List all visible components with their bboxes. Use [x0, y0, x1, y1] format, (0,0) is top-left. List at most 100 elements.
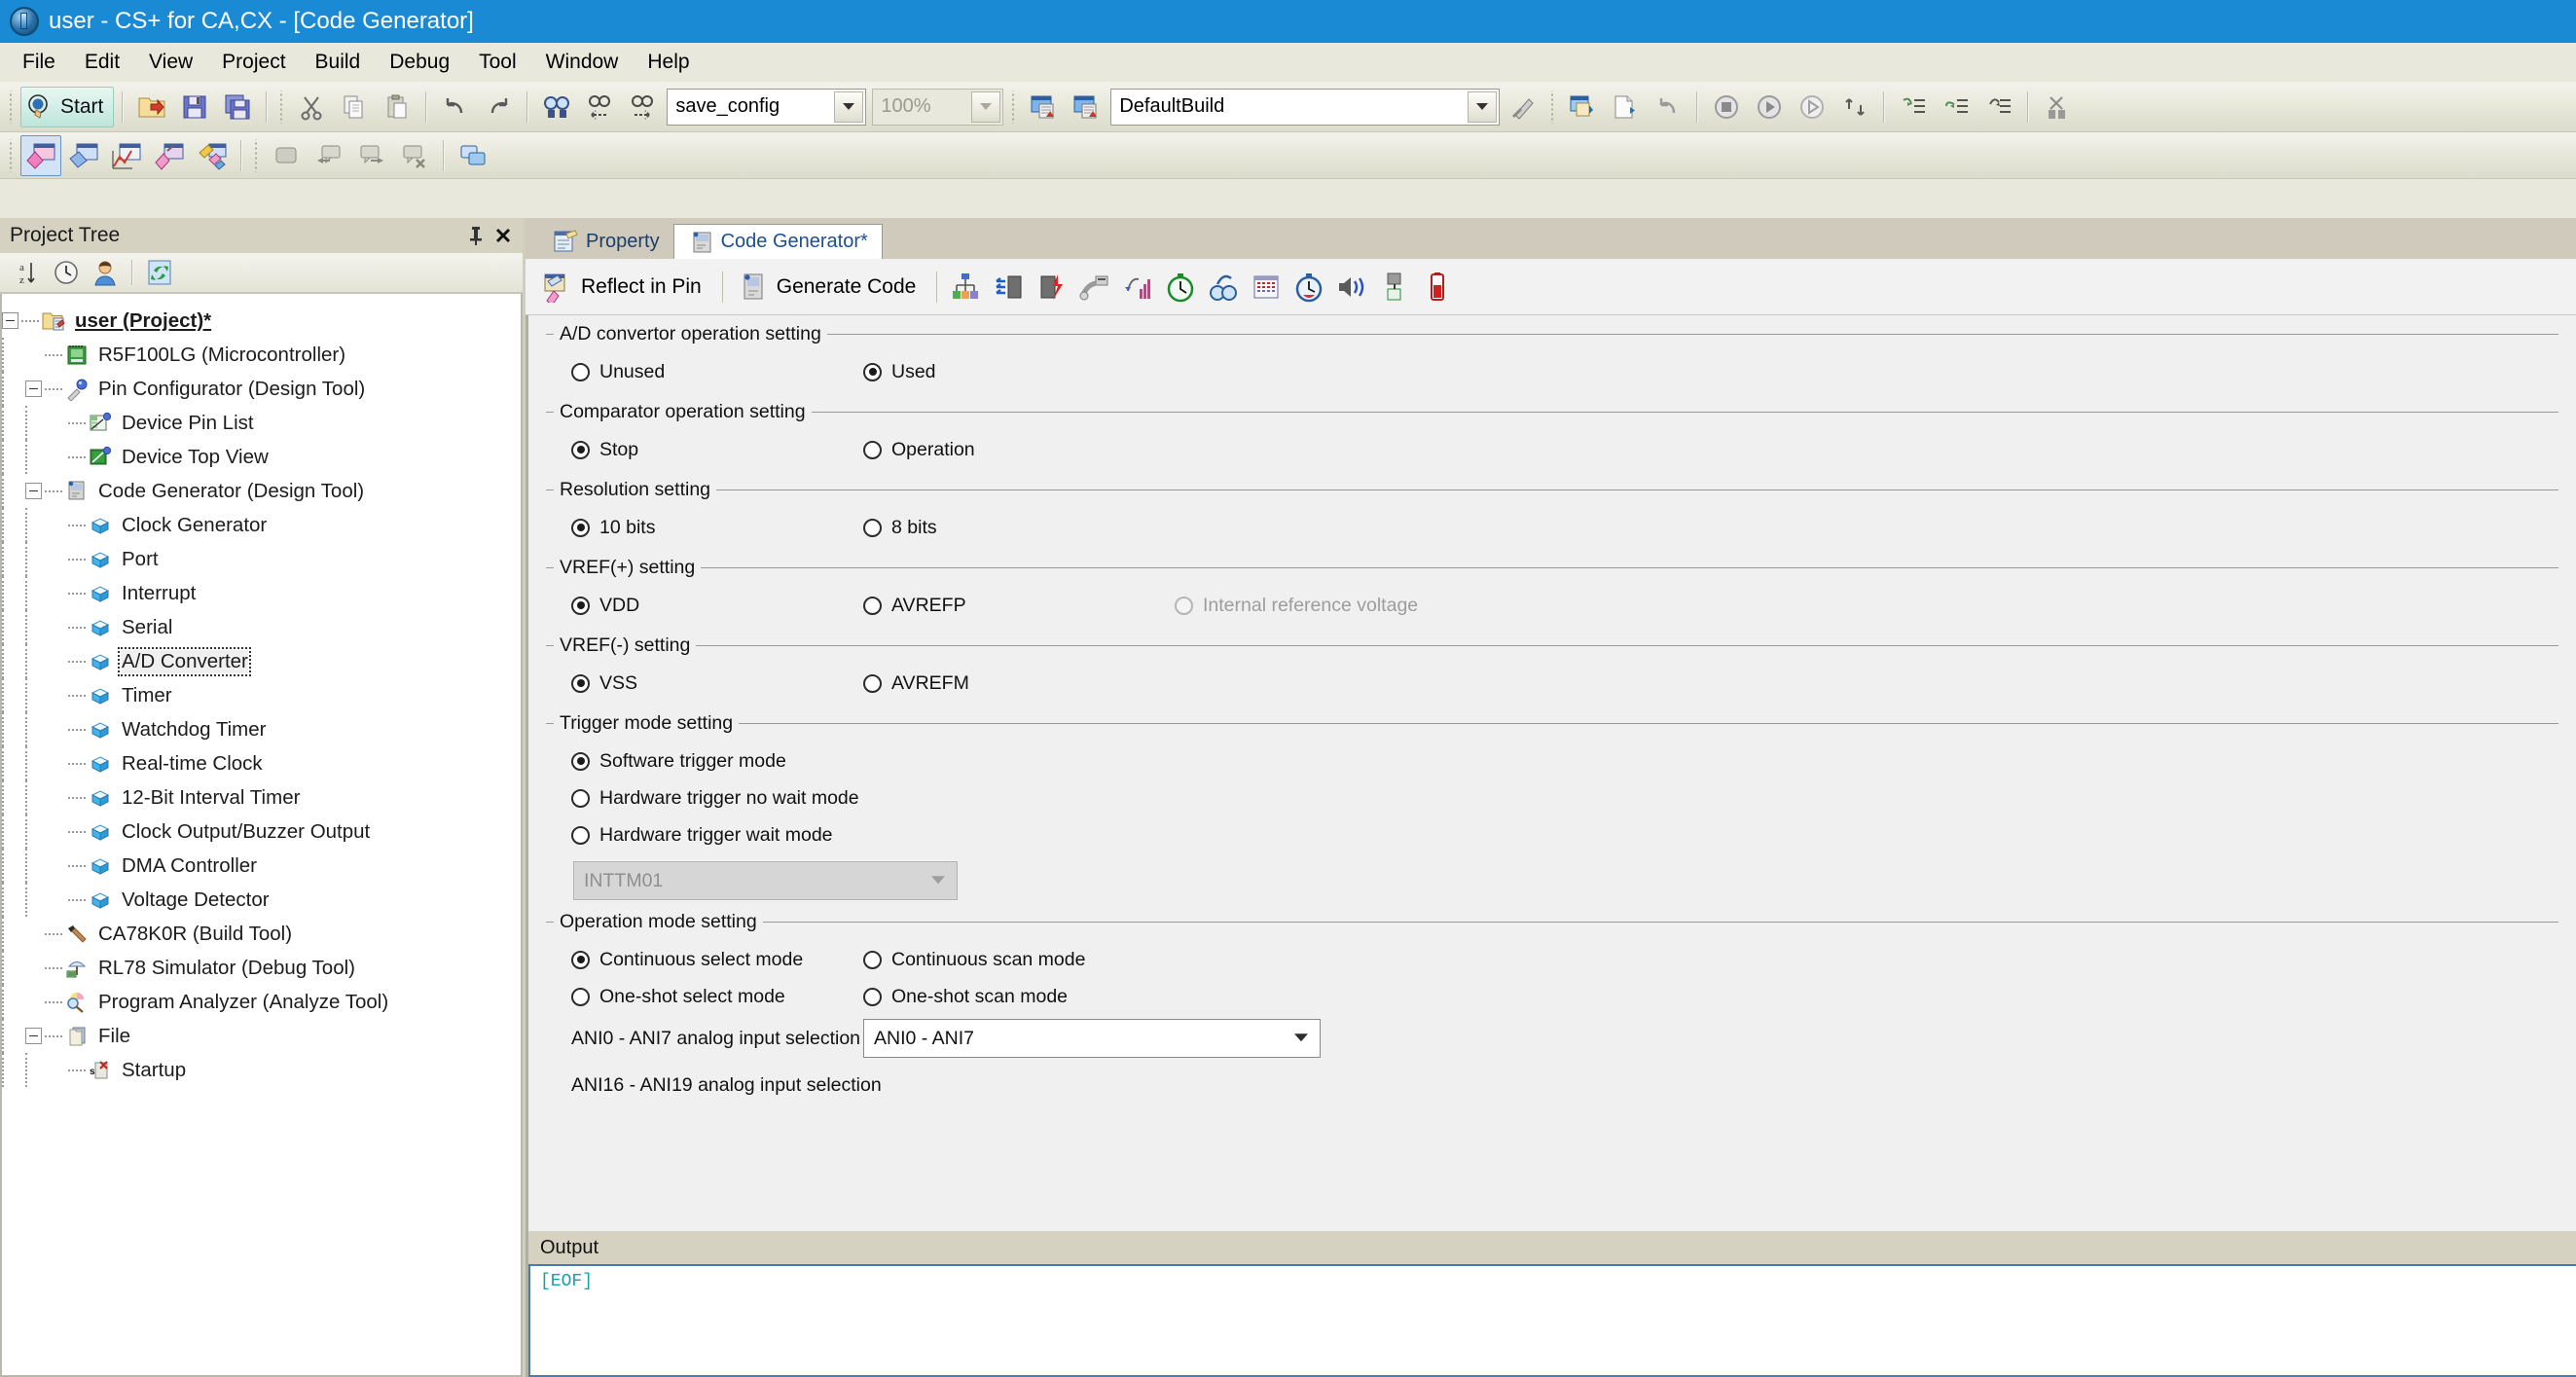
dma-controller-button[interactable] — [1374, 265, 1415, 309]
menu-file[interactable]: File — [8, 48, 70, 77]
tree-node-rl78-simulator-debug-tool[interactable]: RL78 Simulator (Debug Tool) — [2, 951, 521, 985]
forward-button[interactable] — [351, 135, 392, 176]
paste-button[interactable] — [377, 87, 417, 127]
menu-help[interactable]: Help — [633, 48, 704, 77]
tree-node-real-time-clock[interactable]: Real-time Clock — [2, 746, 521, 780]
download-file-button[interactable] — [1605, 87, 1646, 127]
clock-generator-button[interactable] — [989, 265, 1030, 309]
chevron-down-icon[interactable] — [1468, 91, 1497, 123]
device-pin-list-button[interactable] — [106, 135, 147, 176]
menu-project[interactable]: Project — [207, 48, 300, 77]
pin-icon[interactable] — [462, 222, 490, 249]
radio-avrefm[interactable]: AVREFM — [863, 672, 1175, 695]
toolbar-grip[interactable] — [253, 139, 261, 172]
menu-window[interactable]: Window — [531, 48, 634, 77]
step-over-button[interactable] — [1936, 87, 1977, 127]
build-project-button[interactable] — [1023, 87, 1064, 127]
radio-one-shot-scan-mode[interactable]: One-shot scan mode — [863, 986, 1175, 1008]
menu-debug[interactable]: Debug — [375, 48, 464, 77]
ad-converter-button[interactable] — [1117, 265, 1158, 309]
undo-button[interactable] — [435, 87, 476, 127]
cascade-windows-button[interactable] — [453, 135, 493, 176]
clean-project-button[interactable] — [1504, 87, 1544, 127]
generate-code-button[interactable]: Generate Code — [732, 265, 929, 309]
peripheral-button[interactable] — [192, 135, 233, 176]
save-all-button[interactable] — [217, 87, 258, 127]
tree-expander-collapse[interactable] — [25, 380, 42, 397]
radio-operation[interactable]: Operation — [863, 439, 1175, 461]
pin-configurator-button[interactable] — [946, 265, 987, 309]
delete-window-button[interactable] — [394, 135, 435, 176]
radio-used[interactable]: Used — [863, 361, 1175, 383]
tree-node-clock-output-buzzer-output[interactable]: Clock Output/Buzzer Output — [2, 815, 521, 849]
chevron-down-icon[interactable] — [1294, 1033, 1308, 1041]
radio-vdd[interactable]: VDD — [571, 595, 863, 617]
back-button[interactable] — [308, 135, 349, 176]
save-button[interactable] — [174, 87, 215, 127]
copy-button[interactable] — [334, 87, 375, 127]
radio-stop[interactable]: Stop — [571, 439, 863, 461]
tree-node-startup[interactable]: sStartup — [2, 1053, 521, 1087]
download-button[interactable] — [1562, 87, 1603, 127]
radio-continuous-select-mode[interactable]: Continuous select mode — [571, 949, 863, 971]
sort-az-button[interactable]: a z — [9, 255, 46, 290]
step-in-button[interactable] — [1893, 87, 1934, 127]
serial-button[interactable] — [1074, 265, 1115, 309]
find-next-button[interactable] — [622, 87, 663, 127]
menu-edit[interactable]: Edit — [70, 48, 134, 77]
find-previous-button[interactable] — [579, 87, 620, 127]
tree-node-r5f100lg-microcontroller[interactable]: R5F100LG (Microcontroller) — [2, 338, 521, 372]
interrupt-button[interactable] — [1032, 265, 1072, 309]
radio-10-bits[interactable]: 10 bits — [571, 517, 863, 539]
redo-button[interactable] — [478, 87, 519, 127]
tree-node-timer[interactable]: Timer — [2, 678, 521, 712]
restart-button[interactable] — [1648, 87, 1688, 127]
chevron-down-icon[interactable] — [834, 91, 863, 123]
build-config-combo[interactable]: DefaultBuild — [1110, 89, 1500, 126]
ani0-select[interactable]: ANI0 - ANI7 — [863, 1019, 1321, 1058]
tree-node-12-bit-interval-timer[interactable]: 12-Bit Interval Timer — [2, 780, 521, 815]
device-top-view-button[interactable] — [63, 135, 104, 176]
buzzer-output-button[interactable] — [1331, 265, 1372, 309]
tree-node-code-generator-design-tool[interactable]: Code Generator (Design Tool) — [2, 474, 521, 508]
radio-continuous-scan-mode[interactable]: Continuous scan mode — [863, 949, 1175, 971]
tab-property[interactable]: Property — [539, 224, 673, 259]
tree-node-interrupt[interactable]: Interrupt — [2, 576, 521, 610]
voltage-detector-button[interactable] — [1417, 265, 1458, 309]
output-window-button[interactable] — [266, 135, 307, 176]
ignore-break-go-button[interactable] — [1792, 87, 1832, 127]
menu-tool[interactable]: Tool — [464, 48, 531, 77]
tree-node-clock-generator[interactable]: Clock Generator — [2, 508, 521, 542]
tree-node-serial[interactable]: Serial — [2, 610, 521, 644]
toolbar-grip[interactable] — [278, 91, 286, 124]
start-debug-button[interactable]: Start — [20, 87, 114, 127]
refresh-button[interactable] — [141, 255, 178, 290]
radio-avrefp[interactable]: AVREFP — [863, 595, 1175, 617]
tree-expander-collapse[interactable] — [25, 1028, 42, 1044]
toolbar-grip[interactable] — [8, 139, 16, 172]
chevron-down-icon[interactable] — [971, 91, 1000, 123]
stop-button[interactable] — [1706, 87, 1747, 127]
toolbar-grip[interactable] — [1010, 91, 1018, 124]
tree-node-dma-controller[interactable]: DMA Controller — [2, 849, 521, 883]
radio-hardware-trigger-no-wait-mode[interactable]: Hardware trigger no wait mode — [571, 787, 859, 810]
return-out-button[interactable] — [1978, 87, 2019, 127]
tree-node-port[interactable]: Port — [2, 542, 521, 576]
watchdog-timer-button[interactable] — [1203, 265, 1244, 309]
tree-expander-collapse[interactable] — [2, 312, 18, 329]
history-button[interactable] — [48, 255, 85, 290]
output-body[interactable]: [EOF] — [528, 1264, 2576, 1377]
radio-vss[interactable]: VSS — [571, 672, 863, 695]
tree-node-watchdog-timer[interactable]: Watchdog Timer — [2, 712, 521, 746]
menu-view[interactable]: View — [134, 48, 207, 77]
pin-configurator-button[interactable] — [20, 135, 61, 176]
disconnect-button[interactable] — [2037, 87, 2078, 127]
tree-node-user-project[interactable]: user (Project)* — [2, 304, 521, 338]
radio-one-shot-select-mode[interactable]: One-shot select mode — [571, 986, 863, 1008]
radio-unused[interactable]: Unused — [571, 361, 863, 383]
config-combo[interactable]: save_config — [667, 89, 866, 126]
close-icon[interactable] — [490, 222, 517, 249]
cpu-reset-button[interactable] — [1834, 87, 1875, 127]
tree-node-device-top-view[interactable]: Device Top View — [2, 440, 521, 474]
tree-node-a-d-converter[interactable]: A/D Converter — [2, 644, 521, 678]
